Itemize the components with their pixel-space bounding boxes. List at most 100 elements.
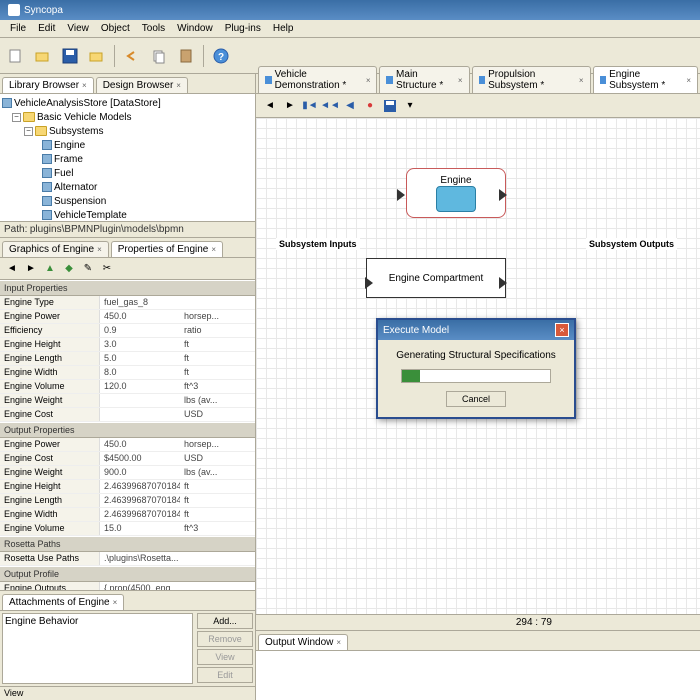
property-row[interactable]: Engine Volume15.0ft^3	[0, 522, 255, 536]
menu-file[interactable]: File	[4, 21, 32, 36]
save-icon[interactable]	[382, 98, 398, 114]
property-row[interactable]: Engine Volume120.0ft^3	[0, 380, 255, 394]
tree-item[interactable]: Subsystems	[49, 126, 103, 137]
output-window[interactable]	[256, 650, 700, 700]
collapse-icon[interactable]: −	[12, 113, 21, 122]
undo-icon[interactable]	[120, 44, 144, 68]
record-icon[interactable]: ●	[362, 98, 378, 114]
tree-item[interactable]: Frame	[54, 154, 83, 165]
tab-attachments[interactable]: Attachments of Engine×	[2, 594, 124, 610]
add-button[interactable]: Add...	[197, 613, 253, 629]
close-icon[interactable]: ×	[579, 76, 584, 85]
close-icon[interactable]: ×	[336, 638, 341, 647]
property-row[interactable]: Engine Length2.46399687070184...ft	[0, 494, 255, 508]
properties-table[interactable]: Input Properties Engine Typefuel_gas_8En…	[0, 280, 255, 590]
open-icon[interactable]	[31, 44, 55, 68]
engine-node[interactable]: Engine	[406, 168, 506, 218]
output-port-icon[interactable]	[499, 189, 507, 201]
tab-design-browser[interactable]: Design Browser×	[96, 77, 188, 93]
tree-item[interactable]: Basic Vehicle Models	[37, 112, 132, 123]
property-row[interactable]: Engine Power450.0horsep...	[0, 438, 255, 452]
dropdown-icon[interactable]: ▾	[402, 98, 418, 114]
next-icon[interactable]: ►	[282, 98, 298, 114]
close-icon[interactable]: ×	[366, 76, 371, 85]
property-row[interactable]: Engine Power450.0horsep...	[0, 310, 255, 324]
remove-button[interactable]: Remove	[197, 631, 253, 647]
edit-button[interactable]: Edit	[197, 667, 253, 683]
tab-graphics[interactable]: Graphics of Engine×	[2, 241, 109, 257]
property-row[interactable]: Engine Weight900.0lbs (av...	[0, 466, 255, 480]
close-icon[interactable]: ×	[458, 76, 463, 85]
dialog-titlebar[interactable]: Execute Model ×	[378, 320, 574, 340]
close-icon[interactable]: ×	[211, 245, 216, 254]
property-row[interactable]: Engine Typefuel_gas_8	[0, 296, 255, 310]
collapse-icon[interactable]: −	[24, 127, 33, 136]
property-row[interactable]: Efficiency0.9ratio	[0, 324, 255, 338]
property-row[interactable]: Engine Width8.0ft	[0, 366, 255, 380]
output-port-icon[interactable]	[499, 277, 507, 289]
close-icon[interactable]: ×	[686, 76, 691, 85]
cut-icon[interactable]: ✂	[99, 261, 115, 277]
close-icon[interactable]: ×	[82, 81, 87, 90]
input-port-icon[interactable]	[397, 189, 405, 201]
canvas-tab[interactable]: Engine Subsystem *×	[593, 66, 698, 93]
property-row[interactable]: Engine CostUSD	[0, 408, 255, 422]
first-icon[interactable]: ▮◄	[302, 98, 318, 114]
close-icon[interactable]: ×	[555, 323, 569, 337]
folder-icon[interactable]	[85, 44, 109, 68]
tree-item[interactable]: Fuel	[54, 168, 73, 179]
section-output-profile[interactable]: Output Profile	[0, 566, 255, 582]
attachments-list[interactable]: Engine Behavior	[2, 613, 193, 684]
tab-output-window[interactable]: Output Window×	[258, 634, 348, 650]
paste-icon[interactable]	[174, 44, 198, 68]
help-icon[interactable]: ?	[209, 44, 233, 68]
new-icon[interactable]	[4, 44, 28, 68]
menu-window[interactable]: Window	[171, 21, 219, 36]
tab-properties[interactable]: Properties of Engine×	[111, 241, 223, 257]
property-row[interactable]: Engine Height3.0ft	[0, 338, 255, 352]
tree-item[interactable]: Suspension	[54, 196, 106, 207]
arrow-right-icon[interactable]: ►	[23, 261, 39, 277]
tree-item[interactable]: Engine	[54, 140, 85, 151]
add-icon[interactable]: ◆	[61, 261, 77, 277]
menu-plugins[interactable]: Plug-ins	[219, 21, 267, 36]
close-icon[interactable]: ×	[113, 598, 118, 607]
close-icon[interactable]: ×	[97, 245, 102, 254]
canvas-tab[interactable]: Main Structure *×	[379, 66, 469, 93]
menu-help[interactable]: Help	[267, 21, 300, 36]
property-row[interactable]: Engine Height2.46399687070184...ft	[0, 480, 255, 494]
section-output-properties[interactable]: Output Properties	[0, 422, 255, 438]
arrow-up-icon[interactable]: ▲	[42, 261, 58, 277]
property-row[interactable]: Engine Weightlbs (av...	[0, 394, 255, 408]
tree-root[interactable]: VehicleAnalysisStore [DataStore]	[14, 98, 161, 109]
tree-item[interactable]: VehicleTemplate	[54, 210, 127, 221]
menu-object[interactable]: Object	[95, 21, 136, 36]
view-button[interactable]: View	[197, 649, 253, 665]
canvas-tab[interactable]: Propulsion Subsystem *×	[472, 66, 591, 93]
input-port-icon[interactable]	[365, 277, 373, 289]
attachment-item[interactable]: Engine Behavior	[5, 616, 78, 627]
menu-tools[interactable]: Tools	[136, 21, 171, 36]
back-icon[interactable]: ◀	[342, 98, 358, 114]
section-rosetta[interactable]: Rosetta Paths	[0, 536, 255, 552]
prev-icon[interactable]: ◄	[262, 98, 278, 114]
section-input-properties[interactable]: Input Properties	[0, 280, 255, 296]
property-row[interactable]: Engine Cost$4500.00USD	[0, 452, 255, 466]
arrow-left-icon[interactable]: ◄	[4, 261, 20, 277]
tab-library-browser[interactable]: Library Browser×	[2, 77, 94, 93]
property-row[interactable]: Engine Length5.0ft	[0, 352, 255, 366]
menu-view[interactable]: View	[61, 21, 95, 36]
rewind-icon[interactable]: ◄◄	[322, 98, 338, 114]
compartment-node[interactable]: Engine Compartment	[366, 258, 506, 298]
close-icon[interactable]: ×	[176, 81, 181, 90]
property-row[interactable]: Engine Width2.46399687070184...ft	[0, 508, 255, 522]
diagram-canvas[interactable]: Engine Subsystem Inputs Subsystem Output…	[256, 118, 700, 614]
menu-edit[interactable]: Edit	[32, 21, 61, 36]
copy-icon[interactable]	[147, 44, 171, 68]
edit-icon[interactable]: ✎	[80, 261, 96, 277]
tree-item[interactable]: Alternator	[54, 182, 97, 193]
cancel-button[interactable]: Cancel	[446, 391, 506, 407]
canvas-tab[interactable]: Vehicle Demonstration *×	[258, 66, 377, 93]
library-tree[interactable]: VehicleAnalysisStore [DataStore] −Basic …	[0, 94, 255, 222]
save-icon[interactable]	[58, 44, 82, 68]
